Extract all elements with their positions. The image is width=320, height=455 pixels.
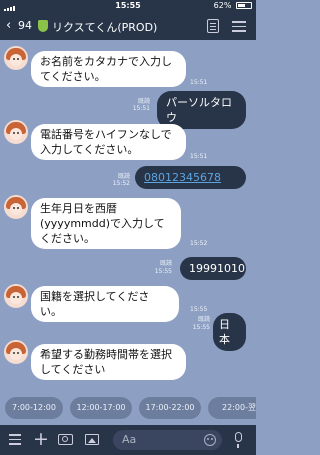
bot-avatar[interactable] <box>4 46 28 70</box>
bot-avatar[interactable] <box>4 284 28 308</box>
notes-icon[interactable] <box>207 19 219 33</box>
composer-bar: + Aa <box>0 425 256 455</box>
message-time: 15:51 <box>132 105 150 112</box>
battery-percent: 62% <box>213 1 232 10</box>
message-input[interactable]: Aa <box>113 430 222 450</box>
bot-message: 国籍を選択してください。 <box>31 286 179 322</box>
menu-toggle-icon[interactable] <box>9 434 21 448</box>
shield-icon <box>38 20 48 32</box>
user-message: 19991010 <box>180 257 246 280</box>
status-right: 62% <box>214 1 252 10</box>
message-time: 15:52 <box>190 240 208 247</box>
bot-avatar[interactable] <box>4 120 28 144</box>
read-receipt: 既読 <box>137 98 150 105</box>
message-time: 15:52 <box>112 180 130 187</box>
bot-message: お名前をカタカナで入力してください。 <box>31 51 186 87</box>
message-time: 15:51 <box>190 153 208 160</box>
message-time: 15:55 <box>192 324 210 331</box>
quick-reply-chip[interactable]: 22:00-翌 <box>208 397 256 419</box>
emoji-icon[interactable] <box>204 434 216 446</box>
image-icon[interactable] <box>85 434 99 445</box>
menu-icon[interactable] <box>232 21 246 32</box>
battery-icon <box>236 2 252 9</box>
quick-reply-chip[interactable]: 17:00-22:00 <box>139 397 201 419</box>
bot-message: 電話番号をハイフンなしで入力してください。 <box>31 124 186 160</box>
unread-count[interactable]: 94 <box>18 19 32 32</box>
back-chevron-icon[interactable]: ‹ <box>6 18 11 33</box>
user-message: 日本 <box>213 313 246 351</box>
chat-title[interactable]: リクスてくん(PROD) <box>52 19 157 35</box>
message-input-placeholder: Aa <box>122 433 137 446</box>
bot-message: 生年月日を西暦(yyyymmdd)で入力してください。 <box>31 198 181 249</box>
read-receipt: 既読 <box>197 316 210 323</box>
bot-message: 希望する勤務時間帯を選択してください <box>31 344 186 380</box>
status-bar: 15:55 62% <box>0 0 256 12</box>
message-time: 15:51 <box>190 79 208 86</box>
phone-link[interactable]: 08012345678 <box>144 171 221 184</box>
read-receipt: 既読 <box>159 260 172 267</box>
quick-reply-chip[interactable]: 7:00-12:00 <box>5 397 63 419</box>
bot-avatar[interactable] <box>4 195 28 219</box>
read-receipt: 既読 <box>117 173 130 180</box>
camera-icon[interactable] <box>58 434 73 445</box>
message-time: 15:55 <box>190 306 208 313</box>
microphone-icon[interactable] <box>235 432 242 448</box>
bot-avatar[interactable] <box>4 340 28 364</box>
message-time: 15:55 <box>154 268 172 275</box>
user-message: 08012345678 <box>135 166 246 189</box>
plus-icon[interactable]: + <box>33 428 49 450</box>
quick-reply-bar: 7:00-12:00 12:00-17:00 17:00-22:00 22:00… <box>0 393 256 425</box>
chat-header: ‹ 94 リクスてくん(PROD) <box>0 12 256 40</box>
quick-reply-chip[interactable]: 12:00-17:00 <box>70 397 132 419</box>
